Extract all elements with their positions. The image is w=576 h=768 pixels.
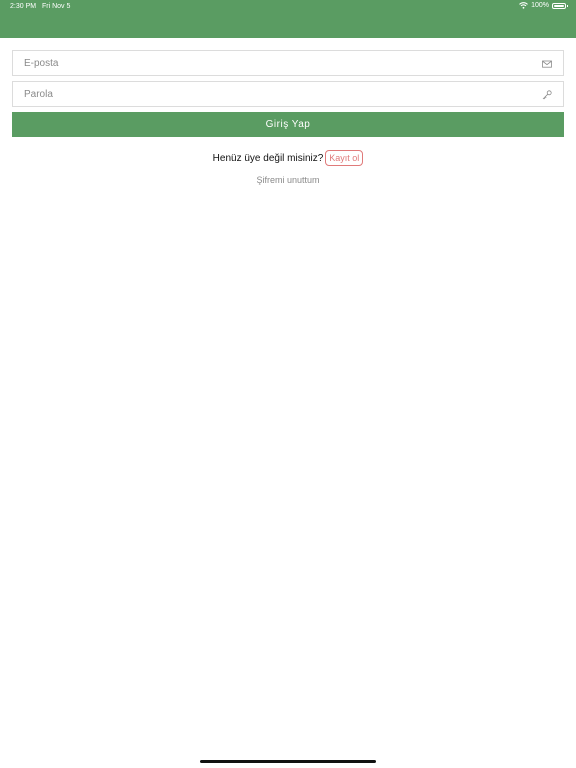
battery-percentage: 100% [531, 2, 549, 9]
status-bar: 2:30 PM Fri Nov 5 100% [0, 0, 576, 14]
wifi-icon [519, 2, 528, 9]
email-field-container [12, 50, 564, 76]
mail-icon [542, 59, 552, 69]
signup-link[interactable]: Kayıt ol [325, 150, 364, 166]
status-time: 2:30 PM [10, 3, 37, 10]
home-indicator [200, 760, 376, 763]
status-indicators: 100% [519, 2, 568, 9]
login-button[interactable]: Giriş Yap [12, 112, 564, 137]
signup-question: Henüz üye değil misiniz? [212, 152, 324, 164]
battery-icon [552, 2, 568, 9]
key-icon [542, 90, 552, 100]
status-date: Fri Nov 5 [42, 3, 71, 10]
signup-row: Henüz üye değil misiniz? Kayıt ol [0, 149, 576, 167]
forgot-password-link[interactable]: Şifremi unuttum [0, 175, 576, 185]
password-field-container [12, 81, 564, 107]
email-field[interactable] [13, 51, 563, 75]
password-field[interactable] [13, 82, 563, 106]
